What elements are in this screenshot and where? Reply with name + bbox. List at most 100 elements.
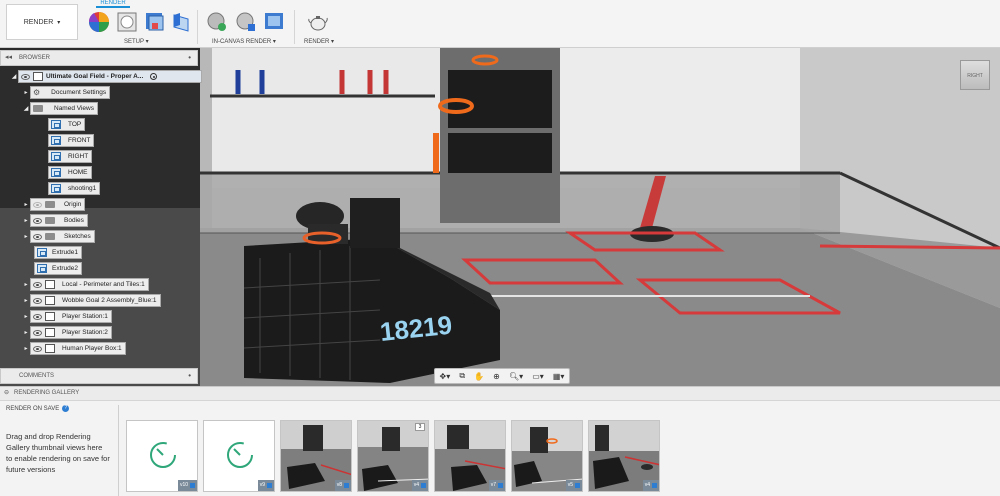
in-canvas-settings-icon[interactable]	[235, 11, 257, 33]
orbit-icon[interactable]: ✥▾	[440, 372, 451, 381]
fit-icon[interactable]: 🔍︎▾	[509, 372, 523, 381]
comments-header[interactable]: COMMENTS •	[0, 368, 198, 384]
visibility-eye-icon[interactable]	[33, 345, 42, 352]
gallery-thumbnail[interactable]: 3 v4	[357, 420, 429, 492]
tree-item-label: Wobble Goal 2 Assembly_Blue:1	[62, 297, 157, 304]
version-tag: v7	[488, 480, 505, 491]
activate-radio-icon[interactable]	[150, 73, 158, 80]
zoom-icon[interactable]: ⊕	[493, 372, 500, 381]
version-tag: v5	[565, 480, 582, 491]
component-icon	[45, 344, 55, 353]
in-canvas-render-icon[interactable]	[206, 11, 228, 33]
named-view-item[interactable]: HOME	[48, 166, 92, 179]
pan-hand-icon[interactable]: ✋	[474, 372, 484, 381]
in-canvas-render-menu[interactable]: IN-CANVAS RENDER ▾	[212, 38, 276, 45]
component-item[interactable]: ▸ Wobble Goal 2 Assembly_Blue:1	[22, 294, 161, 307]
render-label: RENDER	[304, 39, 330, 45]
gallery-thumbnail[interactable]: v9	[203, 420, 275, 492]
collapse-arrow-icon[interactable]: ◢	[22, 105, 30, 112]
view-cube[interactable]: RIGHT	[960, 60, 990, 90]
scene-settings-icon[interactable]	[116, 11, 138, 33]
tab-render[interactable]: RENDER	[96, 0, 130, 8]
feature-item[interactable]: Extrude2	[34, 262, 83, 275]
setup-menu[interactable]: SETUP ▾	[124, 38, 149, 45]
named-view-item[interactable]: TOP	[48, 118, 86, 131]
visibility-eye-icon[interactable]	[33, 329, 42, 336]
gallery-thumbnail[interactable]: v7	[434, 420, 506, 492]
feature-item[interactable]: Extrude1	[34, 246, 83, 259]
expand-arrow-icon[interactable]: ▸	[22, 345, 30, 352]
tree-item-label: Bodies	[64, 217, 84, 224]
visibility-eye-icon[interactable]	[33, 217, 42, 224]
expand-arrow-icon[interactable]: ▸	[22, 233, 30, 240]
display-settings-icon[interactable]: ▭▾	[532, 372, 544, 381]
tree-item-label: Human Player Box:1	[62, 345, 122, 352]
version-tag: v4	[411, 480, 428, 491]
toolbar: RENDER ▾ RENDER SETUP ▾ IN-CANVAS RENDER…	[0, 0, 1000, 48]
settings-gear-icon: ⚙	[33, 88, 41, 97]
expand-arrow-icon[interactable]: ▸	[22, 89, 30, 96]
gallery-header[interactable]: ⊖ RENDERING GALLERY	[0, 387, 1000, 401]
component-item[interactable]: ▸ Local - Perimeter and Tiles:1	[22, 278, 149, 291]
collapse-arrow-icon[interactable]: ◢	[10, 73, 18, 80]
comments-title: COMMENTS	[19, 373, 54, 379]
appearance-icon[interactable]	[88, 11, 110, 33]
visibility-eye-icon[interactable]	[33, 233, 42, 240]
panel-options-icon[interactable]: •	[188, 51, 191, 65]
decal-icon[interactable]	[170, 11, 192, 33]
extrude-icon	[37, 264, 47, 273]
visibility-eye-icon[interactable]	[33, 281, 42, 288]
tree-item[interactable]: ◢ Named Views	[22, 102, 98, 115]
gallery-thumbnail[interactable]: v5	[511, 420, 583, 492]
gallery-thumbnail[interactable]: v8	[280, 420, 352, 492]
visibility-eye-icon[interactable]	[33, 297, 42, 304]
capture-image-icon[interactable]	[263, 11, 285, 33]
expand-arrow-icon[interactable]: ▸	[22, 281, 30, 288]
tree-root[interactable]: ◢ Ultimate Goal Field - Proper A...	[10, 70, 202, 83]
component-item[interactable]: ▸ Human Player Box:1	[22, 342, 126, 355]
version-tag: v4	[642, 480, 659, 491]
folder-icon	[33, 105, 43, 112]
expand-arrow-icon[interactable]: ▸	[22, 313, 30, 320]
viewport-canvas[interactable]: 18219 RIGHT	[200, 48, 1000, 386]
visibility-eye-icon[interactable]	[33, 201, 42, 208]
component-icon	[45, 312, 55, 321]
expand-arrow-icon[interactable]: ▸	[22, 329, 30, 336]
collapse-panel-icon[interactable]: ◂◂	[5, 51, 12, 65]
tree-item[interactable]: ▸ Bodies	[22, 214, 88, 227]
panel-options-icon[interactable]: •	[188, 369, 191, 383]
help-icon[interactable]: ?	[62, 405, 70, 412]
expand-arrow-icon[interactable]: ▸	[22, 217, 30, 224]
tree-item[interactable]: ▸ Sketches	[22, 230, 95, 243]
component-item[interactable]: ▸ Player Station:1	[22, 310, 112, 323]
visibility-eye-icon[interactable]	[33, 313, 42, 320]
named-view-icon	[51, 152, 61, 161]
render-on-save-label: RENDER ON SAVE	[6, 405, 60, 412]
expand-arrow-icon[interactable]: ▸	[22, 297, 30, 304]
grid-settings-icon[interactable]: ▦▾	[553, 372, 565, 381]
texture-map-icon[interactable]	[144, 11, 166, 33]
render-teapot-icon[interactable]	[307, 11, 329, 33]
rendering-gallery: ⊖ RENDERING GALLERY RENDER ON SAVE ? Dra…	[0, 386, 1000, 496]
browser-header[interactable]: ◂◂ BROWSER •	[0, 50, 198, 66]
named-view-item[interactable]: RIGHT	[48, 150, 93, 163]
version-tag: v9	[257, 480, 274, 491]
visibility-eye-icon[interactable]	[21, 73, 30, 80]
gallery-thumbnail[interactable]: v4	[588, 420, 660, 492]
named-view-item[interactable]: FRONT	[48, 134, 95, 147]
tree-item-label: Document Settings	[51, 89, 107, 96]
component-item[interactable]: ▸ Player Station:2	[22, 326, 112, 339]
tree-item[interactable]: ▸ ⚙ Document Settings	[22, 86, 111, 99]
named-view-item[interactable]: shooting1	[48, 182, 101, 195]
browser-title: BROWSER	[19, 55, 51, 61]
tree-item[interactable]: ▸ Origin	[22, 198, 86, 211]
expand-arrow-icon[interactable]: ▸	[22, 201, 30, 208]
workspace-switcher[interactable]: RENDER ▾	[6, 4, 78, 40]
tree-item-label: Extrude2	[52, 265, 79, 272]
gallery-thumbnail[interactable]: v10	[126, 420, 198, 492]
named-view-icon	[51, 136, 61, 145]
render-menu[interactable]: RENDER ▾	[304, 38, 334, 45]
minimize-icon[interactable]: ⊖	[4, 387, 9, 400]
look-at-icon[interactable]: ⧉	[459, 371, 465, 381]
named-view-icon	[51, 120, 61, 129]
